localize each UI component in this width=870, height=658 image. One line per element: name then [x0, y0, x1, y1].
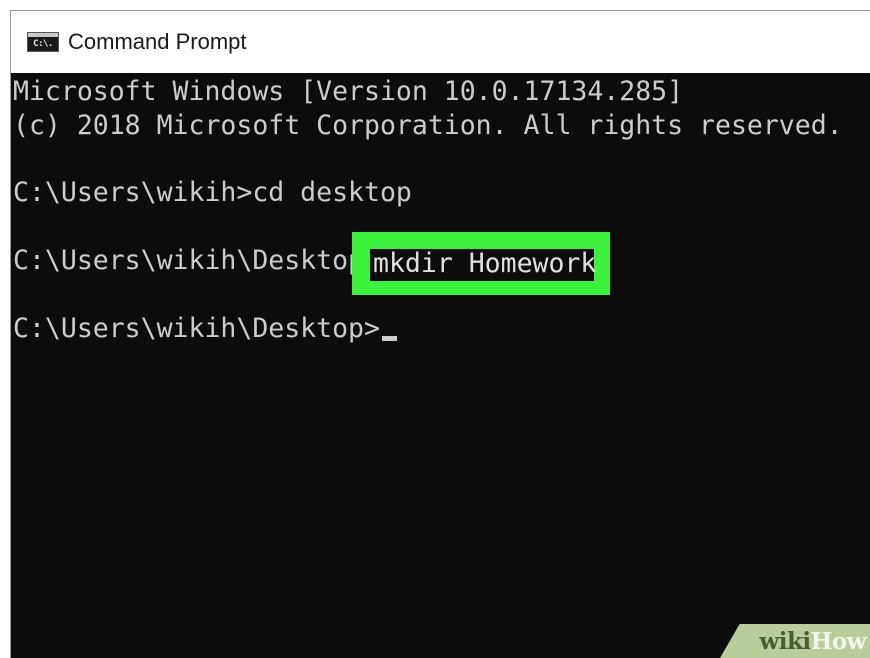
command-prompt-window: C:\. Command Prompt Microsoft Windows [V…	[10, 10, 870, 658]
console-line-current-prompt[interactable]: C:\Users\wikih\Desktop>	[13, 312, 397, 346]
console-output[interactable]: Microsoft Windows [Version 10.0.17134.28…	[11, 73, 870, 658]
cmd-icon: C:\.	[27, 32, 59, 52]
wikihow-watermark: wikiHow	[759, 628, 866, 655]
console-line-cd-command: C:\Users\wikih>cd desktop	[13, 177, 412, 208]
title-bar[interactable]: C:\. Command Prompt	[11, 11, 870, 73]
console-line-version: Microsoft Windows [Version 10.0.17134.28…	[13, 76, 684, 107]
highlighted-command: mkdir Homework	[373, 248, 597, 279]
window-title: Command Prompt	[68, 29, 247, 54]
console-line-prompt-mkdir: C:\Users\wikih\Desktop>	[13, 245, 380, 276]
console-line-copyright: (c) 2018 Microsoft Corporation. All righ…	[13, 110, 843, 141]
text-cursor	[381, 336, 397, 341]
current-prompt-text: C:\Users\wikih\Desktop>	[13, 313, 380, 344]
